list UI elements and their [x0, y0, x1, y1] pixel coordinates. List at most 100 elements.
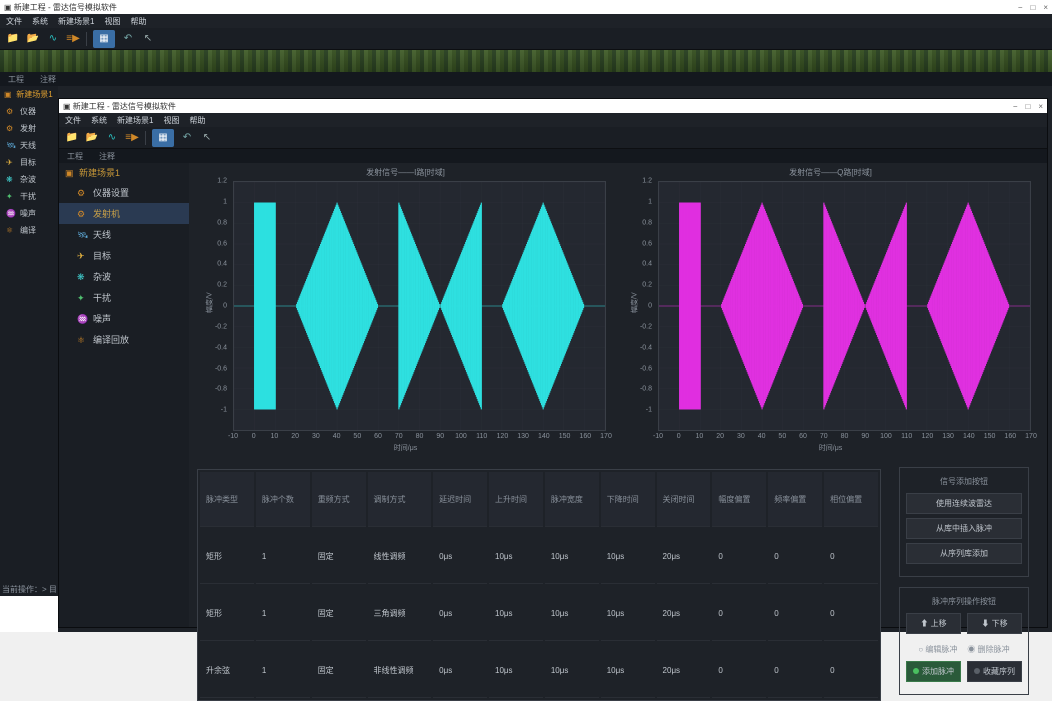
- grid-icon[interactable]: ▦: [97, 32, 111, 46]
- use-cw-radar-button[interactable]: 使用连续波雷达: [906, 493, 1022, 514]
- waveform-icon[interactable]: ∿: [46, 32, 60, 46]
- column-header[interactable]: 上升时间: [489, 472, 543, 527]
- menu-scene[interactable]: 新建场景1: [117, 115, 153, 126]
- table-row[interactable]: 矩形1固定三角调频0μs10μs10μs10μs20μs000: [200, 586, 878, 641]
- scene-icon: ▣: [65, 168, 75, 178]
- column-header[interactable]: 频率偏置: [768, 472, 822, 527]
- undo-icon[interactable]: ↶: [180, 131, 194, 145]
- close-button[interactable]: ×: [1043, 3, 1048, 12]
- tab-notes[interactable]: 注释: [32, 74, 64, 85]
- sidebar-item-compile[interactable]: ⚛编译: [0, 222, 58, 239]
- table-cell: 10μs: [545, 643, 599, 698]
- sidebar-item-instrument[interactable]: ⚙仪器设置: [59, 182, 189, 203]
- sidebar-item-antenna[interactable]: 🛰天线: [59, 224, 189, 245]
- move-up-button[interactable]: ⬆ 上移: [906, 613, 961, 634]
- sidebar-item-clutter[interactable]: ❋杂波: [0, 171, 58, 188]
- table-cell: 1: [256, 586, 310, 641]
- grid-icon[interactable]: ▦: [156, 131, 170, 145]
- sidebar-item-jam[interactable]: ✦干扰: [59, 287, 189, 308]
- minimize-button[interactable]: −: [1018, 3, 1023, 12]
- radio-delete-pulse[interactable]: ◉ 删除脉冲: [967, 644, 1009, 655]
- menu-file[interactable]: 文件: [6, 16, 22, 27]
- folder-open-icon[interactable]: 📂: [85, 131, 99, 145]
- menu-view[interactable]: 视图: [104, 16, 120, 27]
- column-header[interactable]: 脉冲个数: [256, 472, 310, 527]
- sidebar-item-tx[interactable]: ⚙发射机: [59, 203, 189, 224]
- sidebar-item-instrument[interactable]: ⚙仪器: [0, 103, 58, 120]
- tab-project[interactable]: 工程: [59, 151, 91, 162]
- menu-system[interactable]: 系统: [32, 16, 48, 27]
- waveform-icon[interactable]: ∿: [105, 131, 119, 145]
- sidebar-item-noise[interactable]: ♒噪声: [59, 308, 189, 329]
- scene-root[interactable]: ▣ 新建场景1: [59, 163, 189, 182]
- sidebar-item-antenna[interactable]: 🛰天线: [0, 137, 58, 154]
- signal-chart[interactable]: 发射信号——Q路[时域]-1-0.8-0.6-0.4-0.200.20.40.6…: [622, 163, 1039, 453]
- tab-project[interactable]: 工程: [0, 74, 32, 85]
- column-header[interactable]: 相位偏置: [824, 472, 878, 527]
- sidebar-item-target[interactable]: ✈目标: [59, 245, 189, 266]
- menu-view[interactable]: 视图: [163, 115, 179, 126]
- table-cell: 0μs: [433, 586, 487, 641]
- play-lines-icon[interactable]: ≡▶: [66, 32, 80, 46]
- child-close-button[interactable]: ×: [1038, 102, 1043, 111]
- sidebar-item-tx[interactable]: ⚙发射: [0, 120, 58, 137]
- column-header[interactable]: 调制方式: [368, 472, 432, 527]
- table-row[interactable]: 矩形1固定线性调频0μs10μs10μs10μs20μs000: [200, 529, 878, 584]
- menu-system[interactable]: 系统: [91, 115, 107, 126]
- folder-icon[interactable]: 📁: [65, 131, 79, 145]
- cursor-icon[interactable]: ↖: [141, 32, 155, 46]
- chart-plot-area[interactable]: [658, 181, 1031, 431]
- radio-edit-pulse[interactable]: ○ 编辑脉冲: [918, 644, 957, 655]
- table-cell: 10μs: [601, 529, 655, 584]
- table-cell: 10μs: [489, 529, 543, 584]
- column-header[interactable]: 脉冲宽度: [545, 472, 599, 527]
- insert-from-lib-button[interactable]: 从库中插入脉冲: [906, 518, 1022, 539]
- sidebar-item-label: 干扰: [93, 291, 111, 304]
- table-cell: 0μs: [433, 529, 487, 584]
- menu-help[interactable]: 帮助: [189, 115, 205, 126]
- favorite-seq-button[interactable]: 收藏序列: [967, 661, 1022, 682]
- sidebar-item-target[interactable]: ✈目标: [0, 154, 58, 171]
- column-header[interactable]: 重频方式: [312, 472, 366, 527]
- menu-help[interactable]: 帮助: [130, 16, 146, 27]
- child-minimize-button[interactable]: −: [1013, 102, 1018, 111]
- sidebar-item-noise[interactable]: ♒噪声: [0, 205, 58, 222]
- column-header[interactable]: 关闭时间: [657, 472, 711, 527]
- column-header[interactable]: 幅度偏置: [712, 472, 766, 527]
- tab-notes[interactable]: 注释: [91, 151, 123, 162]
- y-axis-label: 幅度/V: [629, 292, 639, 313]
- add-pulse-button[interactable]: 添加脉冲: [906, 661, 961, 682]
- signal-chart[interactable]: 发射信号——I路[时域]-1-0.8-0.6-0.4-0.200.20.40.6…: [197, 163, 614, 453]
- chart-plot-area[interactable]: [233, 181, 606, 431]
- table-row[interactable]: 升余弦1固定非线性调频0μs10μs10μs10μs20μs000: [200, 643, 878, 698]
- toolbar-separator: [86, 32, 87, 46]
- play-lines-icon[interactable]: ≡▶: [125, 131, 139, 145]
- table-cell: 10μs: [545, 586, 599, 641]
- table-cell: 0: [768, 529, 822, 584]
- app-icon: ▣: [63, 102, 71, 111]
- menu-scene[interactable]: 新建场景1: [58, 16, 94, 27]
- child-maximize-button[interactable]: □: [1025, 102, 1030, 111]
- folder-open-icon[interactable]: 📂: [26, 32, 40, 46]
- menu-file[interactable]: 文件: [65, 115, 81, 126]
- column-header[interactable]: 下降时间: [601, 472, 655, 527]
- window-title: 新建工程 - 雷达信号模拟软件: [14, 2, 117, 13]
- move-down-button[interactable]: ⬇ 下移: [967, 613, 1022, 634]
- maximize-button[interactable]: □: [1030, 3, 1035, 12]
- folder-icon[interactable]: 📁: [6, 32, 20, 46]
- sidebar-item-jam[interactable]: ✦干扰: [0, 188, 58, 205]
- aerial-map-strip[interactable]: [0, 50, 1052, 72]
- cursor-icon[interactable]: ↖: [200, 131, 214, 145]
- project-tree: ▣ 新建场景1 ⚙仪器⚙发射🛰天线✈目标❋杂波✦干扰♒噪声⚛编译: [0, 86, 58, 632]
- sidebar-item-clutter[interactable]: ❋杂波: [59, 266, 189, 287]
- scene-root[interactable]: ▣ 新建场景1: [0, 86, 58, 103]
- table-cell: 0: [712, 643, 766, 698]
- add-from-seq-button[interactable]: 从序列库添加: [906, 543, 1022, 564]
- column-header[interactable]: 脉冲类型: [200, 472, 254, 527]
- table-cell: 1: [256, 643, 310, 698]
- compile-icon: ⚛: [6, 226, 16, 236]
- undo-icon[interactable]: ↶: [121, 32, 135, 46]
- sidebar-item-compile[interactable]: ⚛编译回放: [59, 329, 189, 350]
- column-header[interactable]: 延迟时间: [433, 472, 487, 527]
- pulse-table[interactable]: 脉冲类型脉冲个数重频方式调制方式延迟时间上升时间脉冲宽度下降时间关闭时间幅度偏置…: [198, 470, 880, 700]
